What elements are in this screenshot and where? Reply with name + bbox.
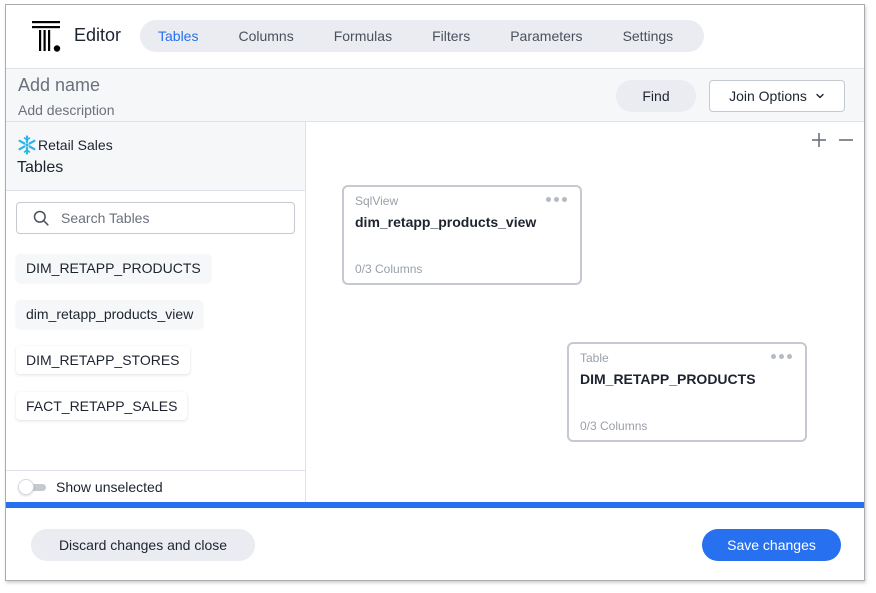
- table-node[interactable]: SqlView dim_retapp_products_view 0/3 Col…: [342, 185, 582, 285]
- find-button[interactable]: Find: [616, 80, 696, 112]
- discard-label: Discard changes and close: [58, 537, 228, 553]
- model-name-field[interactable]: Add name: [18, 75, 100, 96]
- table-node[interactable]: Table DIM_RETAPP_PRODUCTS 0/3 Columns: [567, 342, 807, 442]
- node-name: DIM_RETAPP_PRODUCTS: [580, 371, 756, 387]
- zoom-out-icon[interactable]: [838, 132, 854, 148]
- zoom-in-icon[interactable]: [811, 132, 827, 148]
- table-item[interactable]: FACT_RETAPP_SALES: [16, 392, 188, 420]
- show-unselected-row: Show unselected: [6, 470, 305, 502]
- node-column-count: 0/3 Columns: [580, 419, 648, 433]
- join-options-dropdown[interactable]: Join Options: [709, 80, 845, 112]
- thoughtspot-logo-icon: [32, 21, 61, 52]
- save-changes-button[interactable]: Save changes: [702, 529, 841, 561]
- chevron-down-icon: [816, 93, 824, 99]
- toggle-knob: [18, 478, 34, 495]
- node-column-count: 0/3 Columns: [355, 262, 423, 276]
- data-source: Retail Sales: [17, 135, 113, 155]
- discard-changes-button[interactable]: Discard changes and close: [31, 529, 255, 561]
- table-item[interactable]: DIM_RETAPP_STORES: [16, 346, 190, 374]
- search-tables-box[interactable]: [16, 202, 295, 234]
- tab-tables[interactable]: Tables: [140, 20, 218, 52]
- source-name: Retail Sales: [38, 137, 113, 153]
- tab-columns[interactable]: Columns: [218, 20, 313, 52]
- editor-window: Editor Tables Columns Formulas Filters P…: [5, 4, 865, 581]
- node-type: Table: [580, 351, 609, 365]
- save-label: Save changes: [727, 537, 816, 553]
- model-info-bar: Add name Add description Find Join Optio…: [6, 69, 864, 122]
- tables-panel: Retail Sales Tables DIM_RETAPP_PRODUCTS …: [6, 122, 306, 502]
- more-options-icon[interactable]: [771, 351, 793, 361]
- snowflake-icon: [18, 135, 36, 155]
- tab-filters[interactable]: Filters: [412, 20, 490, 52]
- table-list: DIM_RETAPP_PRODUCTS dim_retapp_products_…: [16, 254, 211, 438]
- tab-parameters[interactable]: Parameters: [490, 20, 602, 52]
- tab-formulas[interactable]: Formulas: [314, 20, 412, 52]
- editor-tabs: Tables Columns Formulas Filters Paramete…: [140, 20, 704, 52]
- editor-footer: Discard changes and close Save changes: [6, 508, 864, 580]
- search-icon: [33, 210, 49, 226]
- source-header: Retail Sales Tables: [6, 122, 305, 191]
- node-name: dim_retapp_products_view: [355, 214, 537, 230]
- table-item[interactable]: dim_retapp_products_view: [16, 300, 204, 328]
- show-unselected-label: Show unselected: [56, 478, 163, 495]
- table-item[interactable]: DIM_RETAPP_PRODUCTS: [16, 254, 211, 282]
- app-title: Editor: [74, 25, 122, 45]
- find-button-label: Find: [642, 88, 670, 104]
- node-type: SqlView: [355, 194, 399, 208]
- show-unselected-toggle[interactable]: [18, 478, 46, 495]
- tables-section-title: Tables: [17, 159, 64, 176]
- editor-header: Editor Tables Columns Formulas Filters P…: [6, 5, 864, 69]
- schema-canvas[interactable]: SqlView dim_retapp_products_view 0/3 Col…: [306, 122, 864, 502]
- model-description-field[interactable]: Add description: [18, 102, 115, 118]
- join-options-label: Join Options: [729, 88, 807, 104]
- tab-settings[interactable]: Settings: [603, 20, 694, 52]
- search-tables-input[interactable]: [61, 210, 261, 226]
- more-options-icon[interactable]: [546, 194, 568, 204]
